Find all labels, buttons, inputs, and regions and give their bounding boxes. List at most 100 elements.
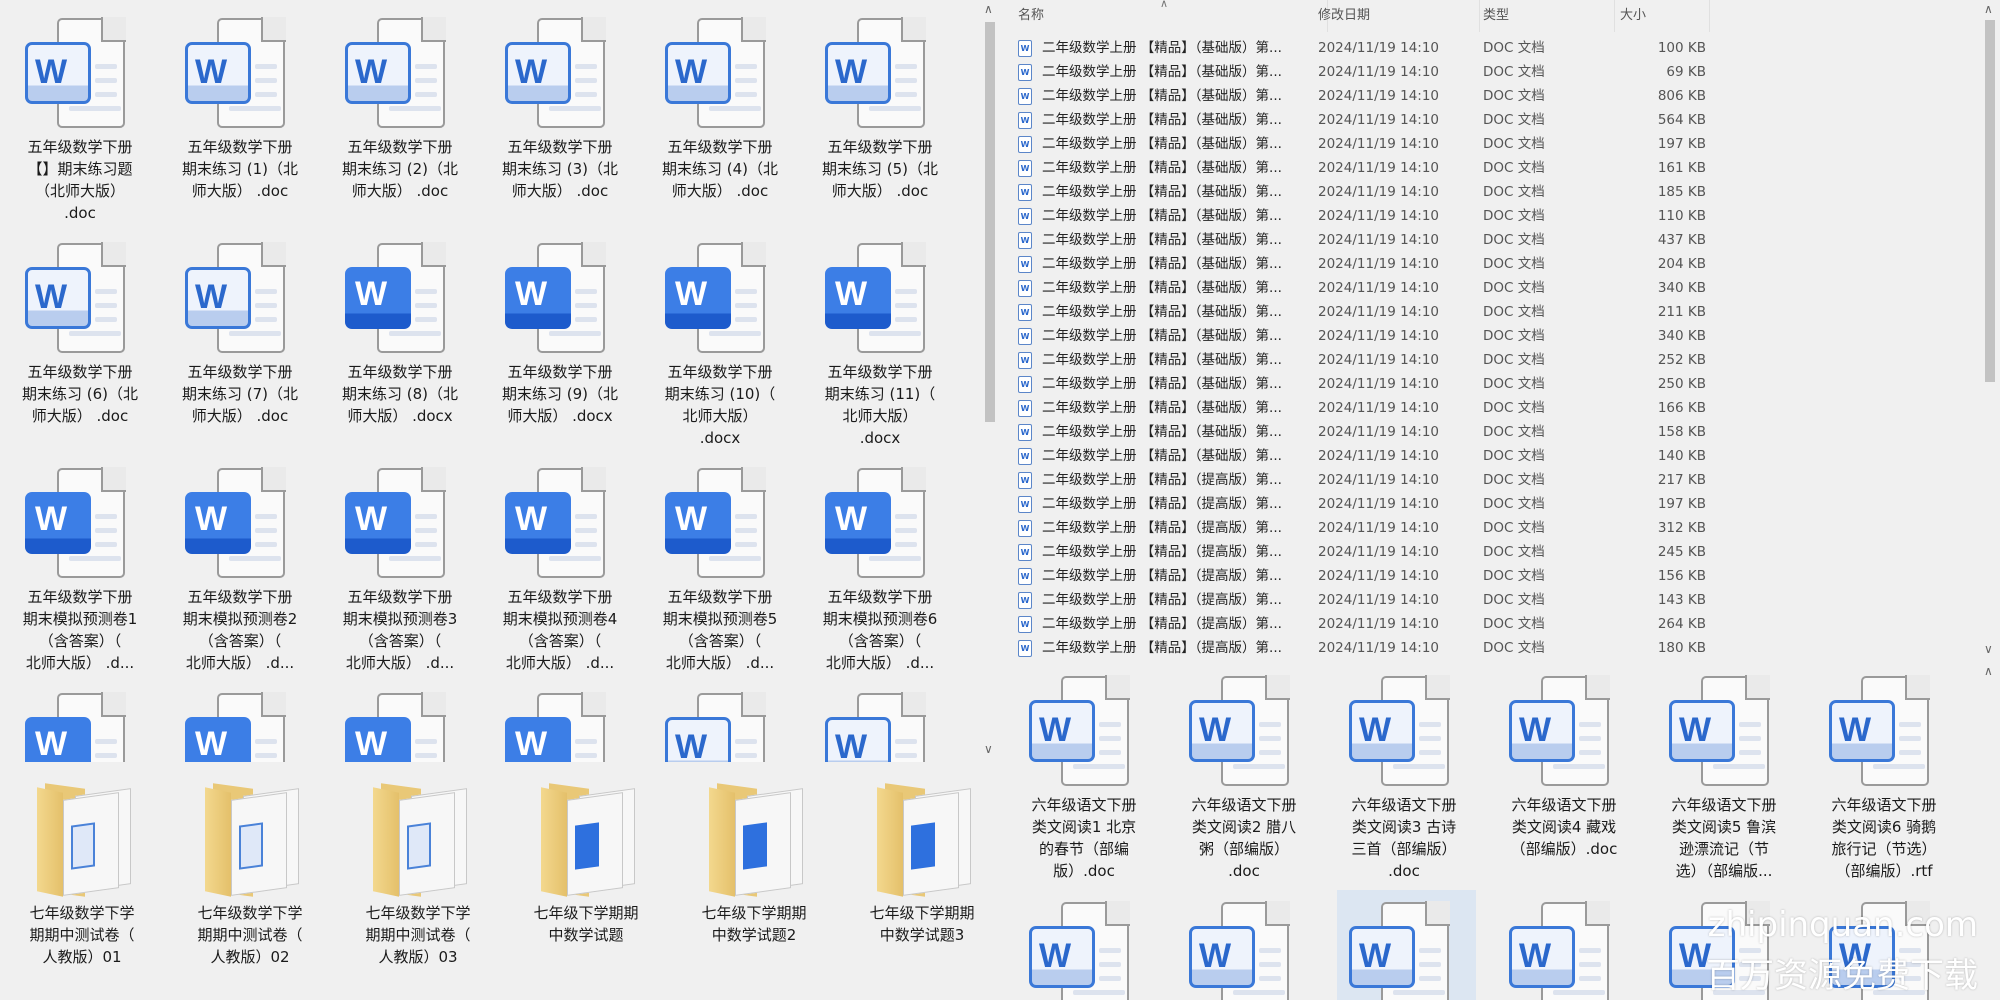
left-scrollbar[interactable]: ∧ ∨ bbox=[980, 0, 1000, 762]
file-item[interactable]: W 五年级数学下册 期末模拟预测卷5 （含答案）（ 北师大版） .d... bbox=[645, 467, 795, 674]
folder-item[interactable]: 七年级下学期期 中数学试题3 bbox=[847, 778, 997, 946]
chevron-up-icon[interactable]: ∧ bbox=[984, 2, 993, 16]
text-line bbox=[735, 92, 757, 97]
file-row[interactable]: W 二年级数学上册 【精品】（基础版）第... 2024/11/19 14:10 DO… bbox=[1008, 36, 1712, 60]
file-item[interactable]: W bbox=[805, 692, 955, 762]
file-row[interactable]: W 二年级数学上册 【精品】（提高版）第... 2024/11/19 14:10 DO… bbox=[1008, 468, 1712, 492]
file-item[interactable]: W 五年级数学下册 期末模拟预测卷4 （含答案）（ 北师大版） .d... bbox=[485, 467, 635, 674]
file-item[interactable]: W 五年级数学下册 期末练习 (4)（北 师大版） .doc bbox=[645, 17, 795, 202]
file-item[interactable]: W 五年级数学下册 期末练习 (3)（北 师大版） .doc bbox=[485, 17, 635, 202]
file-row[interactable]: W 二年级数学上册 【精品】（基础版）第... 2024/11/19 14:10 DO… bbox=[1008, 276, 1712, 300]
file-row[interactable]: W 二年级数学上册 【精品】（基础版）第... 2024/11/19 14:10 DO… bbox=[1008, 252, 1712, 276]
file-item[interactable]: W 五年级数学下册 期末模拟预测卷1 （含答案）（ 北师大版） .d... bbox=[5, 467, 155, 674]
file-row[interactable]: W 二年级数学上册 【精品】（基础版）第... 2024/11/19 14:10 DO… bbox=[1008, 132, 1712, 156]
file-item[interactable]: W bbox=[165, 692, 315, 762]
folder-item[interactable]: 七年级下学期期 中数学试题 bbox=[511, 778, 661, 946]
file-item[interactable]: W 五年级数学下册 期末模拟预测卷6 （含答案）（ 北师大版） .d... bbox=[805, 467, 955, 674]
file-item[interactable]: W 五年级数学下册 【】期末练习题 （北师大版） .doc bbox=[5, 17, 155, 224]
file-row[interactable]: W 二年级数学上册 【精品】（基础版）第... 2024/11/19 14:10 DO… bbox=[1008, 420, 1712, 444]
file-item[interactable]: W 五年级数学下册 期末练习 (10)（ 北师大版） .docx bbox=[645, 242, 795, 449]
file-row[interactable]: W 二年级数学上册 【精品】（提高版）第... 2024/11/19 14:10 DO… bbox=[1008, 564, 1712, 588]
file-item[interactable]: W 五年级数学下册 期末模拟预测卷3 （含答案）（ 北师大版） .d... bbox=[325, 467, 475, 674]
page-fold bbox=[261, 17, 286, 42]
file-item[interactable]: W 五年级数学下册 期末练习 (7)（北 师大版） .doc bbox=[165, 242, 315, 427]
left-scrollbar-thumb[interactable] bbox=[985, 22, 995, 422]
chevron-down-icon[interactable]: ∨ bbox=[1984, 642, 1993, 656]
column-header-name[interactable]: 名称 bbox=[1018, 0, 1328, 32]
file-row[interactable]: W 二年级数学上册 【精品】（提高版）第... 2024/11/19 14:10 DO… bbox=[1008, 516, 1712, 540]
details-scrollbar[interactable]: ∧ ∨ bbox=[1980, 0, 2000, 662]
file-date: 2024/11/19 14:10 bbox=[1318, 616, 1440, 632]
column-header-date[interactable]: 修改日期 bbox=[1318, 0, 1480, 32]
chevron-down-icon[interactable]: ∨ bbox=[984, 742, 993, 756]
file-item[interactable]: W 五年级数学下册 期末练习 (1)（北 师大版） .doc bbox=[165, 17, 315, 202]
word-doc-icon: W bbox=[1018, 448, 1032, 465]
file-row[interactable]: W 二年级数学上册 【精品】（基础版）第... 2024/11/19 14:10 DO… bbox=[1008, 348, 1712, 372]
file-item[interactable]: W bbox=[1489, 901, 1639, 1000]
file-row[interactable]: W 二年级数学上册 【精品】（基础版）第... 2024/11/19 14:10 DO… bbox=[1008, 156, 1712, 180]
file-row[interactable]: W 二年级数学上册 【精品】（基础版）第... 2024/11/19 14:10 DO… bbox=[1008, 396, 1712, 420]
file-row[interactable]: W 二年级数学上册 【精品】（基础版）第... 2024/11/19 14:10 DO… bbox=[1008, 372, 1712, 396]
column-header-size[interactable]: 大小 bbox=[1620, 0, 1710, 32]
chevron-up-icon[interactable]: ∧ bbox=[1984, 664, 1993, 678]
file-row[interactable]: W 二年级数学上册 【精品】（提高版）第... 2024/11/19 14:10 DO… bbox=[1008, 540, 1712, 564]
file-item[interactable]: W bbox=[485, 692, 635, 762]
column-header-type[interactable]: 类型 bbox=[1483, 0, 1615, 32]
file-item[interactable]: W bbox=[1169, 901, 1319, 1000]
file-item[interactable]: W 六年级语文下册 类文阅读2 腊八 粥（部编版） .doc bbox=[1169, 675, 1319, 882]
file-size: 180 KB bbox=[1657, 640, 1706, 656]
file-row[interactable]: W 二年级数学上册 【精品】（基础版）第... 2024/11/19 14:10 DO… bbox=[1008, 204, 1712, 228]
details-scrollbar-thumb[interactable] bbox=[1985, 20, 1995, 382]
file-name: 二年级数学上册 【精品】（基础版）第... bbox=[1042, 64, 1282, 80]
folder-item[interactable]: 七年级数学下学 期期中测试卷（ 人教版）03 bbox=[343, 778, 493, 968]
folder-item[interactable]: 七年级下学期期 中数学试题2 bbox=[679, 778, 829, 946]
text-line bbox=[549, 331, 601, 336]
file-item[interactable]: W 五年级数学下册 期末练习 (5)（北 师大版） .doc bbox=[805, 17, 955, 202]
word-doc-icon: W bbox=[185, 17, 295, 130]
file-row[interactable]: W 二年级数学上册 【精品】（基础版）第... 2024/11/19 14:10 DO… bbox=[1008, 60, 1712, 84]
word-doc-icon: W bbox=[665, 692, 775, 762]
file-type: DOC 文档 bbox=[1483, 160, 1545, 176]
folder-item[interactable]: 七年级数学下学 期期中测试卷（ 人教版）02 bbox=[175, 778, 325, 968]
file-row[interactable]: W 二年级数学上册 【精品】（基础版）第... 2024/11/19 14:10 DO… bbox=[1008, 180, 1712, 204]
file-type: DOC 文档 bbox=[1483, 352, 1545, 368]
file-item[interactable]: W 五年级数学下册 期末模拟预测卷2 （含答案）（ 北师大版） .d... bbox=[165, 467, 315, 674]
file-row[interactable]: W 二年级数学上册 【精品】（基础版）第... 2024/11/19 14:10 DO… bbox=[1008, 84, 1712, 108]
file-row[interactable]: W 二年级数学上册 【精品】（基础版）第... 2024/11/19 14:10 DO… bbox=[1008, 324, 1712, 348]
word-doc-icon: W bbox=[25, 242, 135, 355]
file-item[interactable]: W 六年级语文下册 类文阅读5 鲁滨 逊漂流记（节 选）（部编版... bbox=[1649, 675, 1799, 882]
file-row[interactable]: W 二年级数学上册 【精品】（提高版）第... 2024/11/19 14:10 DO… bbox=[1008, 492, 1712, 516]
file-item[interactable]: W bbox=[645, 692, 795, 762]
file-item[interactable]: W 五年级数学下册 期末练习 (9)（北 师大版） .docx bbox=[485, 242, 635, 427]
file-item[interactable]: W bbox=[1009, 901, 1159, 1000]
text-line bbox=[415, 92, 437, 97]
file-label: 五年级数学下册 期末模拟预测卷3 （含答案）（ 北师大版） .d... bbox=[342, 588, 458, 672]
file-row[interactable]: W 二年级数学上册 【精品】（基础版）第... 2024/11/19 14:10 DO… bbox=[1008, 108, 1712, 132]
file-row[interactable]: W 二年级数学上册 【精品】（基础版）第... 2024/11/19 14:10 DO… bbox=[1008, 444, 1712, 468]
file-row[interactable]: W 二年级数学上册 【精品】（提高版）第... 2024/11/19 14:10 DO… bbox=[1008, 612, 1712, 636]
file-row[interactable]: W 二年级数学上册 【精品】（基础版）第... 2024/11/19 14:10 DO… bbox=[1008, 228, 1712, 252]
file-item[interactable]: W bbox=[1329, 901, 1479, 1000]
file-item[interactable]: W 六年级语文下册 类文阅读4 藏戏 （部编版）.doc bbox=[1489, 675, 1639, 860]
file-row[interactable]: W 二年级数学上册 【精品】（提高版）第... 2024/11/19 14:10 DO… bbox=[1008, 588, 1712, 612]
file-item[interactable]: W bbox=[5, 692, 155, 762]
folder-item[interactable]: 七年级数学下学 期期中测试卷（ 人教版）01 bbox=[7, 778, 157, 968]
text-line bbox=[1099, 948, 1121, 953]
word-doc-icon: W bbox=[1018, 328, 1032, 345]
text-line bbox=[735, 78, 757, 83]
text-line bbox=[415, 753, 437, 758]
right-icon-scrollbar[interactable]: ∧ bbox=[1980, 662, 2000, 1000]
word-doc-icon: W bbox=[185, 242, 295, 355]
file-item[interactable]: W 六年级语文下册 类文阅读1 北京 的春节（部编 版）.doc bbox=[1009, 675, 1159, 882]
text-line bbox=[95, 528, 117, 533]
file-row[interactable]: W 二年级数学上册 【精品】（提高版）第... 2024/11/19 14:10 DO… bbox=[1008, 636, 1712, 660]
file-item[interactable]: W 六年级语文下册 类文阅读3 古诗 三首（部编版） .doc bbox=[1329, 675, 1479, 882]
chevron-up-icon[interactable]: ∧ bbox=[1984, 2, 1993, 16]
file-item[interactable]: W 五年级数学下册 期末练习 (6)（北 师大版） .doc bbox=[5, 242, 155, 427]
file-row[interactable]: W 二年级数学上册 【精品】（基础版）第... 2024/11/19 14:10 DO… bbox=[1008, 300, 1712, 324]
file-item[interactable]: W 五年级数学下册 期末练习 (8)（北 师大版） .docx bbox=[325, 242, 475, 427]
file-item[interactable]: W 六年级语文下册 类文阅读6 骑鹅 旅行记（节选） （部编版）.rtf bbox=[1809, 675, 1959, 882]
file-item[interactable]: W bbox=[325, 692, 475, 762]
file-item[interactable]: W 五年级数学下册 期末练习 (11)（ 北师大版） .docx bbox=[805, 242, 955, 449]
file-item[interactable]: W 五年级数学下册 期末练习 (2)（北 师大版） .doc bbox=[325, 17, 475, 202]
